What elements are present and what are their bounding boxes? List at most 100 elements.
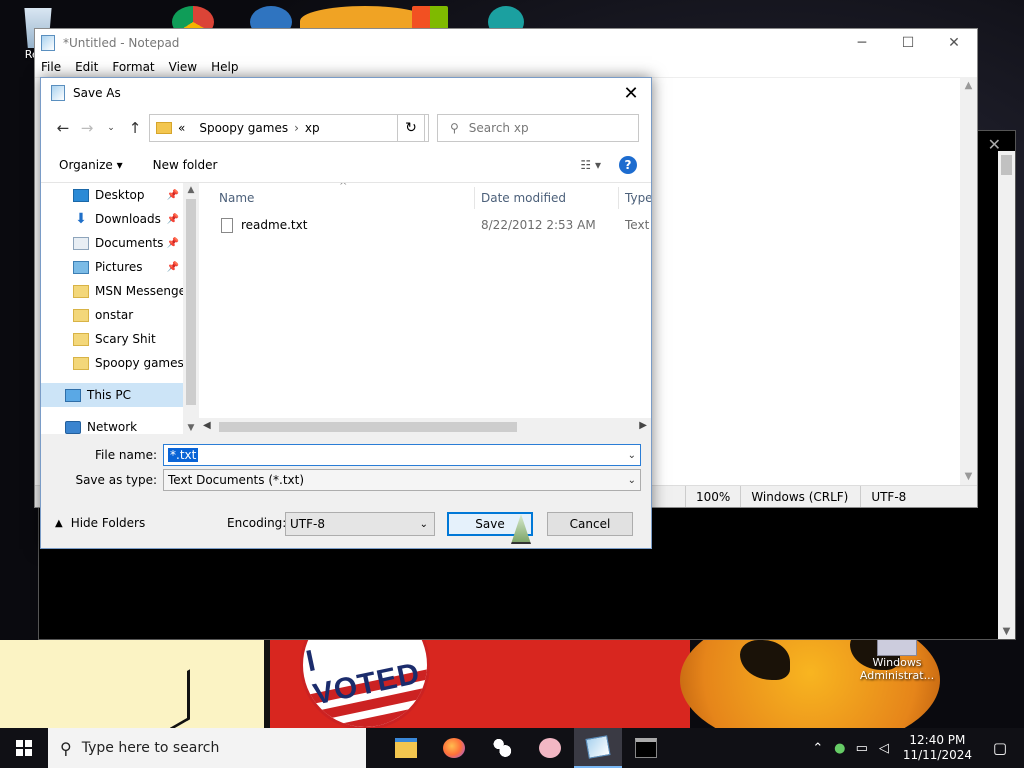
back-arrow-icon[interactable]: ← [51,119,75,137]
nav-item-pictures[interactable]: Pictures 📌 [41,255,183,279]
scroll-up-icon[interactable]: ▲ [183,185,199,195]
volume-icon[interactable]: ◁ [873,741,895,756]
file-name-row: File name: *.txt ⌄ [41,444,641,466]
nav-item-desktop[interactable]: Desktop 📌 [41,183,183,207]
nav-item-onstar[interactable]: onstar [41,303,183,327]
save-type-select[interactable]: Text Documents (*.txt) ⌄ [163,469,641,491]
scroll-left-icon[interactable]: ◀ [203,420,211,431]
windows-logo-icon [16,740,32,756]
menu-file[interactable]: File [41,60,61,74]
file-explorer-taskbar-button[interactable] [382,728,430,768]
breadcrumb-xp[interactable]: xp [305,121,320,135]
scroll-down-icon[interactable]: ▼ [183,423,199,433]
menu-format[interactable]: Format [112,60,154,74]
scroll-down-icon[interactable]: ▼ [965,471,973,482]
game-taskbar-button[interactable] [526,728,574,768]
nav-item-label: Scary Shit [95,332,156,346]
start-button[interactable] [0,728,48,768]
address-bar[interactable]: « Spoopy games › xp ⌄ [149,114,429,142]
minimize-icon[interactable]: ─ [839,29,885,57]
file-name-input[interactable]: *.txt ⌄ [163,444,641,466]
column-header-name[interactable]: Name [199,187,475,209]
documents-icon [73,236,89,250]
status-zoom: 100% [685,486,740,507]
scroll-thumb[interactable] [219,422,517,432]
dialog-bottom-bar: ▲ Hide Folders Encoding: UTF-8 ⌄ Save Ca… [41,500,651,548]
dialog-titlebar[interactable]: Save As ✕ [41,78,651,108]
search-placeholder: Search xp [468,121,529,135]
admin-shortcut-label: Windows Administrat... [859,656,935,682]
nav-item-documents[interactable]: Documents 📌 [41,231,183,255]
notepad-menubar: File Edit Format View Help [35,57,977,77]
save-type-label: Save as type: [75,473,157,487]
folder-icon [73,308,89,322]
people-taskbar-button[interactable] [478,728,526,768]
chevron-down-icon[interactable]: ⌄ [628,450,636,461]
encoding-select[interactable]: UTF-8 ⌄ [285,512,435,536]
search-input[interactable]: ⚲ Search xp [437,114,639,142]
up-arrow-icon[interactable]: ↑ [123,119,147,137]
chevron-down-icon[interactable]: ⌄ [420,519,428,530]
file-name: readme.txt [241,218,308,232]
file-explorer-icon [395,738,417,758]
menu-edit[interactable]: Edit [75,60,98,74]
search-icon: ⚲ [450,121,459,135]
command-prompt-taskbar-button[interactable] [622,728,670,768]
notepad-title: *Untitled - Notepad [63,36,180,50]
file-row[interactable]: readme.txt 8/22/2012 2:53 AM Text D [199,213,651,237]
notepad-titlebar[interactable]: *Untitled - Notepad ─ ☐ ✕ [35,29,977,57]
menu-help[interactable]: Help [211,60,238,74]
network-icon[interactable]: ▭ [851,741,873,756]
new-folder-button[interactable]: New folder [153,158,218,172]
notepad-scrollbar[interactable]: ▲ ▼ [960,77,977,485]
nav-item-network[interactable]: Network [41,415,183,435]
windows-admin-shortcut[interactable]: Windows Administrat... [852,636,942,682]
hide-folders-button[interactable]: ▲ Hide Folders [55,516,145,530]
console-scrollbar[interactable]: ▼ [998,151,1015,639]
organize-button[interactable]: Organize ▾ [59,158,123,172]
taskbar-search-placeholder: Type here to search [81,740,220,756]
breadcrumb-spoopy-games[interactable]: Spoopy games [199,121,288,135]
chevron-down-icon[interactable]: ⌄ [628,475,636,486]
nav-item-label: This PC [87,388,131,402]
file-list-hscrollbar[interactable]: ◀ ▶ [199,418,651,435]
forward-arrow-icon[interactable]: → [75,119,99,137]
scroll-up-icon[interactable]: ▲ [965,80,973,91]
column-header-date-modified[interactable]: Date modified [475,187,619,209]
nav-pane-scrollbar[interactable]: ▲ ▼ [183,183,199,435]
wallpaper-shape [170,669,190,728]
close-icon[interactable]: ✕ [611,78,651,108]
refresh-button[interactable]: ↻ [397,114,425,142]
scroll-thumb[interactable] [186,199,196,405]
taskbar-search-input[interactable]: ⚲ Type here to search [48,728,366,768]
user-status-icon[interactable]: ● [829,741,851,756]
cancel-button[interactable]: Cancel [547,512,633,536]
view-options-icon[interactable]: ☷ ▾ [580,158,601,172]
nav-item-spoopy-games[interactable]: Spoopy games [41,351,184,375]
help-icon[interactable]: ? [619,156,637,174]
menu-view[interactable]: View [169,60,197,74]
maximize-icon[interactable]: ☐ [885,29,931,57]
column-header-type[interactable]: Type [619,187,651,209]
notification-icon[interactable]: ▢ [986,739,1014,757]
network-icon [65,420,81,434]
recent-locations-chevron-icon[interactable]: ⌄ [99,123,123,133]
pin-icon: 📌 [166,213,179,225]
column-name-label: Name [219,191,255,205]
nav-item-scary-shit[interactable]: Scary Shit [41,327,183,351]
scroll-down-icon[interactable]: ▼ [1003,626,1011,637]
nav-item-this-pc[interactable]: This PC [41,383,183,407]
firefox-taskbar-button[interactable] [430,728,478,768]
nav-item-msn-messenger[interactable]: MSN Messenger [41,279,191,303]
address-overflow[interactable]: « [178,121,185,135]
notepad-taskbar-button[interactable] [574,728,622,768]
taskbar: ⚲ Type here to search ⌃ ● ▭ ◁ 12:40 PM 1… [0,728,1024,768]
nav-item-downloads[interactable]: ⬇ Downloads 📌 [41,207,183,231]
organize-label: Organize [59,158,113,172]
clock[interactable]: 12:40 PM 11/11/2024 [903,733,972,763]
nav-item-label: MSN Messenger [95,284,191,298]
chevron-up-icon[interactable]: ⌃ [807,741,829,756]
scroll-right-icon[interactable]: ▶ [639,420,647,431]
close-icon[interactable]: ✕ [931,29,977,57]
scroll-thumb[interactable] [1001,155,1012,175]
